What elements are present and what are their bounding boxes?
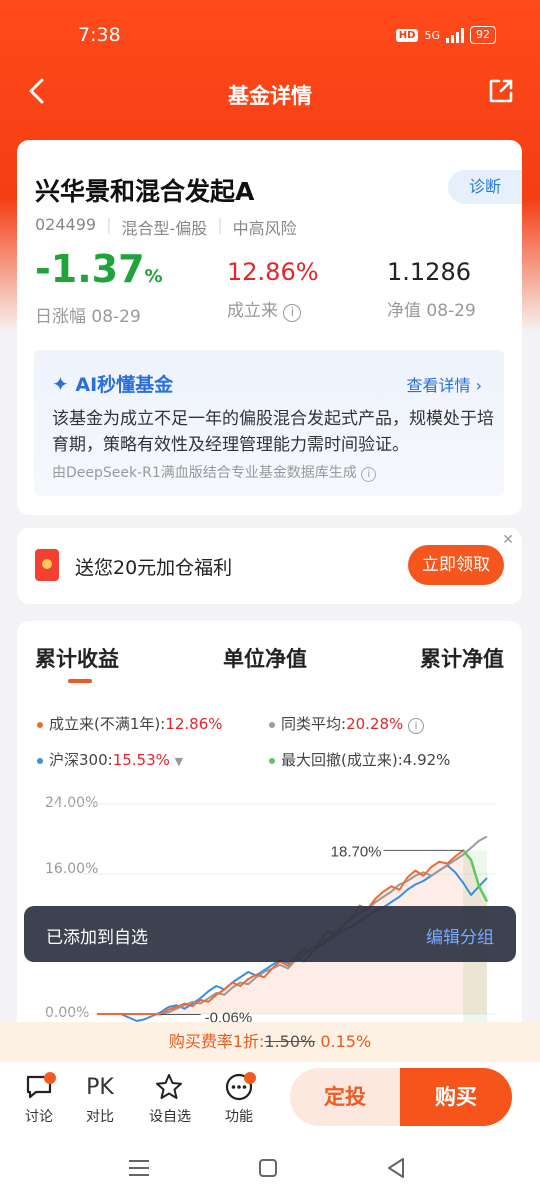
discuss-label: 讨论	[25, 1109, 53, 1125]
buy-button[interactable]: 购买	[400, 1068, 512, 1126]
status-icons: HD 5G 92	[395, 26, 496, 44]
add-watchlist-button[interactable]: 设自选	[145, 1068, 195, 1126]
discuss-button[interactable]: 讨论	[14, 1068, 64, 1126]
signal-icon	[446, 27, 464, 43]
chart-card: 累计收益 单位净值 累计净值 成立来(不满1年):12.86% 同类平均:20.…	[17, 621, 522, 1041]
home-icon[interactable]	[258, 1158, 278, 1182]
toast-message: 已添加到自选	[46, 928, 148, 948]
ai-summary-panel[interactable]: ✦ AI秒懂基金 查看详情 › 该基金为成立不足一年的偏股混合发起式产品，规模处…	[34, 350, 504, 496]
star-plus-icon	[145, 1068, 195, 1106]
fund-type: 混合型-偏股	[121, 219, 208, 238]
pk-icon: PK	[86, 1074, 114, 1100]
functions-label: 功能	[225, 1109, 253, 1125]
ai-body: 该基金为成立不足一年的偏股混合发起式产品，规模处于培育期，策略有效性及经理管理能…	[52, 409, 494, 455]
since-inception-label: 成立来	[227, 301, 278, 321]
compare-label: 对比	[86, 1109, 114, 1125]
fee-prefix: 购买费率1折:	[168, 1032, 265, 1051]
net-value-label: 净值 08-29	[387, 301, 476, 321]
fund-name: 兴华景和混合发起A	[35, 177, 255, 206]
ai-detail-link[interactable]: 查看详情 ›	[406, 372, 482, 396]
menu-icon[interactable]	[128, 1158, 150, 1182]
watch-label: 设自选	[149, 1109, 191, 1125]
chart-plot[interactable]: 18.70%-0.06%	[17, 621, 522, 1041]
back-nav-icon[interactable]	[386, 1157, 406, 1183]
sparkle-icon: ✦	[52, 372, 69, 396]
share-icon[interactable]	[488, 78, 514, 104]
notification-dot	[244, 1072, 256, 1084]
promo-banner: 送您20元加仓福利 立即领取 ✕	[17, 528, 522, 604]
hd-icon: HD	[395, 28, 419, 42]
ai-source-text: 由DeepSeek-R1满血版结合专业基金数据库生成	[52, 465, 357, 481]
daily-change-value: -1.37	[35, 247, 145, 291]
ai-detail-text: 查看详情	[406, 376, 471, 395]
net-value: 1.1286 净值 08-29	[387, 258, 476, 321]
fund-meta: 024499 | 混合型-偏股 | 中高风险	[35, 215, 297, 239]
functions-button[interactable]: 功能	[214, 1068, 264, 1126]
daily-change-unit: %	[144, 266, 163, 287]
page-title: 基金详情	[228, 84, 312, 108]
compare-button[interactable]: PK 对比	[75, 1068, 125, 1126]
fee-discounted: 0.15%	[320, 1032, 372, 1051]
divider: |	[217, 215, 223, 234]
fund-card: 兴华景和混合发起A 诊断 024499 | 混合型-偏股 | 中高风险 -1.3…	[17, 140, 522, 515]
battery-icon: 92	[470, 26, 496, 44]
promo-text: 送您20元加仓福利	[75, 557, 233, 579]
info-icon[interactable]: i	[361, 467, 377, 482]
system-nav-bar	[0, 1140, 540, 1200]
fixed-invest-button[interactable]: 定投	[290, 1068, 400, 1126]
claim-button[interactable]: 立即领取	[408, 545, 504, 585]
chevron-right-icon: ›	[475, 376, 482, 395]
status-time: 7:38	[78, 24, 121, 46]
fund-code: 024499	[35, 215, 97, 234]
diagnose-button[interactable]: 诊断	[448, 170, 522, 204]
fund-risk: 中高风险	[232, 219, 297, 238]
network-label: 5G	[424, 28, 440, 42]
since-inception: 12.86% 成立来 i	[227, 258, 319, 322]
net-value-value: 1.1286	[387, 258, 471, 286]
since-inception-value: 12.86%	[227, 258, 319, 286]
edit-group-link[interactable]: 编辑分组	[426, 923, 494, 948]
chat-icon	[14, 1068, 64, 1106]
status-bar: 7:38 HD 5G 92	[0, 0, 540, 70]
fee-original: 1.50%	[264, 1032, 316, 1051]
close-icon[interactable]: ✕	[502, 532, 514, 548]
divider: |	[106, 215, 112, 234]
more-icon	[214, 1068, 264, 1106]
daily-change-label: 日涨幅 08-29	[35, 307, 141, 327]
daily-change: -1.37% 日涨幅 08-29	[35, 250, 163, 327]
notification-dot	[44, 1072, 56, 1084]
bottom-bar: 讨论 PK 对比 设自选 功能 定投 购买	[0, 1062, 540, 1140]
fee-bar: 购买费率1折:1.50% 0.15%	[0, 1022, 540, 1062]
nav-bar: 基金详情	[0, 70, 540, 116]
info-icon[interactable]: i	[283, 304, 302, 322]
toast: 已添加到自选 编辑分组	[24, 906, 516, 962]
red-envelope-icon	[35, 549, 59, 581]
ai-title-text: AI秒懂基金	[75, 374, 174, 396]
ai-source: 由DeepSeek-R1满血版结合专业基金数据库生成 i	[52, 462, 377, 482]
ai-title: ✦ AI秒懂基金	[52, 370, 173, 397]
peak-label: 18.70%	[331, 843, 382, 860]
